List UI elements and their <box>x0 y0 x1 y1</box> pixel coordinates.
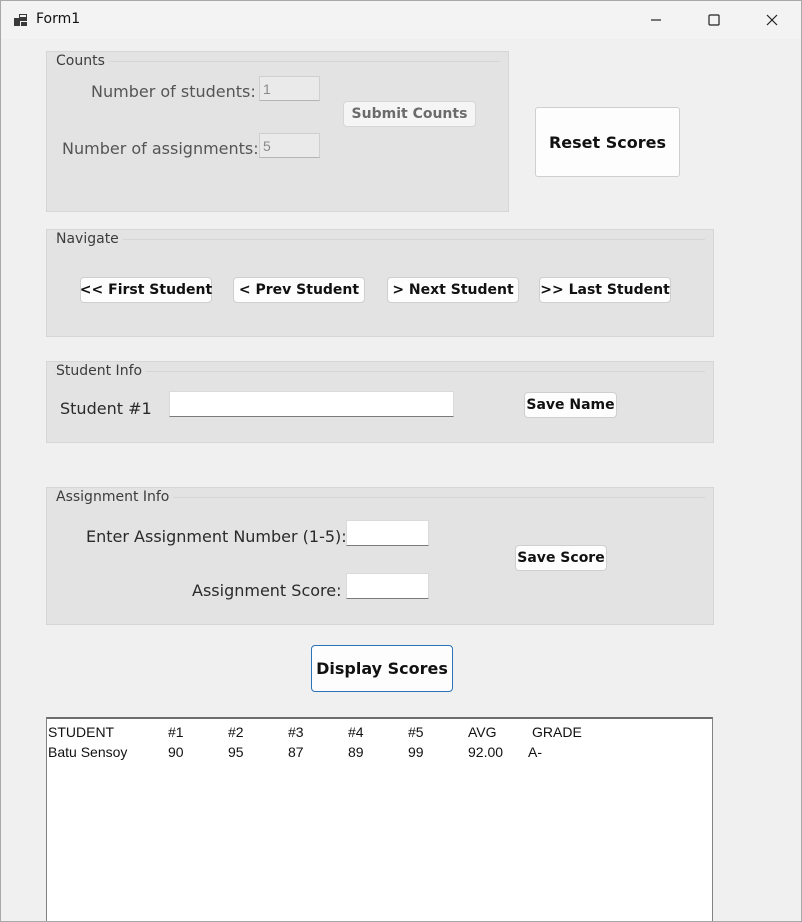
row-score-5: 99 <box>408 744 424 760</box>
close-icon <box>766 14 778 26</box>
students-count-input[interactable] <box>259 76 320 101</box>
header-assignment-3: #3 <box>288 724 304 740</box>
save-name-button[interactable]: Save Name <box>524 392 617 418</box>
assignment-score-label: Assignment Score: <box>192 581 342 600</box>
first-student-button[interactable]: << First Student <box>80 277 212 303</box>
navigate-group: Navigate << First Student < Prev Student… <box>46 229 714 337</box>
close-button[interactable] <box>743 1 801 39</box>
next-student-button[interactable]: > Next Student <box>387 277 519 303</box>
assignments-count-label: Number of assignments: <box>62 139 259 158</box>
student-name-input[interactable] <box>169 391 454 417</box>
table-row[interactable]: Batu Sensoy 90 95 87 89 99 92.00 A- <box>47 744 712 762</box>
header-grade: GRADE <box>532 724 582 740</box>
assignment-number-input[interactable] <box>346 520 429 546</box>
title-bar[interactable]: Form1 <box>1 1 801 39</box>
app-icon <box>13 12 29 28</box>
group-divider <box>55 61 500 62</box>
last-student-button[interactable]: >> Last Student <box>539 277 671 303</box>
submit-counts-button[interactable]: Submit Counts <box>343 101 476 127</box>
assignments-count-input[interactable] <box>259 133 320 158</box>
scores-listbox[interactable]: STUDENT #1 #2 #3 #4 #5 AVG GRADE Batu Se… <box>46 717 713 921</box>
maximize-button[interactable] <box>685 1 743 39</box>
display-scores-button[interactable]: Display Scores <box>311 645 453 692</box>
assignment-score-input[interactable] <box>346 573 429 599</box>
prev-student-button[interactable]: < Prev Student <box>233 277 365 303</box>
row-score-4: 89 <box>348 744 364 760</box>
save-score-button[interactable]: Save Score <box>515 545 607 571</box>
assignment-info-group-title: Assignment Info <box>56 489 174 505</box>
row-student-name: Batu Sensoy <box>48 744 128 760</box>
student-info-group-title: Student Info <box>56 363 147 379</box>
header-student: STUDENT <box>48 724 115 740</box>
row-score-3: 87 <box>288 744 304 760</box>
minimize-button[interactable] <box>627 1 685 39</box>
row-average: 92.00 <box>468 744 504 760</box>
header-assignment-4: #4 <box>348 724 364 740</box>
row-score-2: 95 <box>228 744 244 760</box>
minimize-icon <box>651 19 661 21</box>
student-number-label: Student #1 <box>60 399 152 418</box>
group-divider <box>55 239 705 240</box>
scores-header-row: STUDENT #1 #2 #3 #4 #5 AVG GRADE <box>47 724 712 742</box>
assignment-info-group: Assignment Info Enter Assignment Number … <box>46 487 714 625</box>
assignment-number-label: Enter Assignment Number (1-5): <box>86 527 347 546</box>
header-assignment-1: #1 <box>168 724 184 740</box>
maximize-icon <box>708 14 720 26</box>
students-count-label: Number of students: <box>91 82 256 101</box>
counts-group: Counts Number of students: Number of ass… <box>46 51 509 212</box>
row-score-1: 90 <box>168 744 184 760</box>
student-info-group: Student Info Student #1 Save Name <box>46 361 714 443</box>
navigate-group-title: Navigate <box>56 231 123 247</box>
window-title: Form1 <box>36 11 81 27</box>
header-average: AVG <box>468 724 497 740</box>
group-divider <box>55 371 705 372</box>
form-window: Form1 Counts Number of students: Number … <box>0 0 802 922</box>
reset-scores-button[interactable]: Reset Scores <box>535 107 680 177</box>
counts-group-title: Counts <box>56 53 109 69</box>
row-grade: A- <box>528 744 542 760</box>
header-assignment-2: #2 <box>228 724 244 740</box>
header-assignment-5: #5 <box>408 724 424 740</box>
